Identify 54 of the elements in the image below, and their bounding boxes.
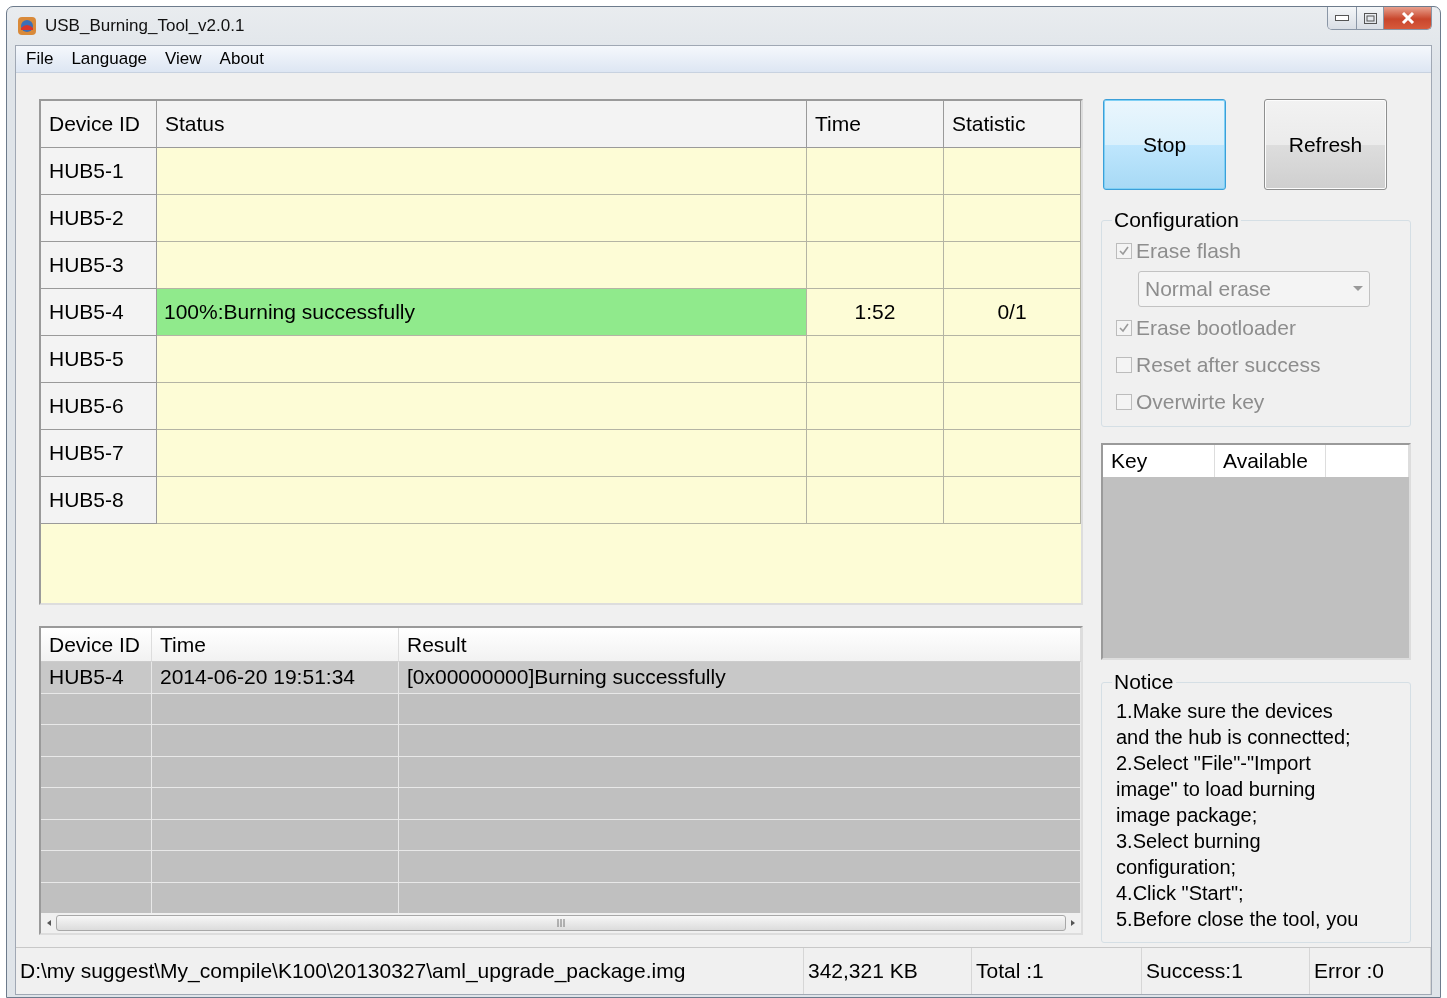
status-field: D:\my suggest\My_compile\K100\20130327\aml_upgrade_package.img xyxy=(16,948,804,994)
row-header: HUB5-8 xyxy=(41,477,157,524)
checkbox-label: Erase flash xyxy=(1136,238,1242,263)
menu-item[interactable]: File xyxy=(20,49,60,69)
table-cell: 0/1 xyxy=(944,289,1081,336)
column-header: Statistic xyxy=(944,101,1081,148)
table-cell: 1:52 xyxy=(807,289,944,336)
check-icon xyxy=(1118,321,1130,334)
row-header: HUB5-1 xyxy=(41,148,157,195)
maximize-button[interactable] xyxy=(1356,7,1383,29)
row-header: HUB5-4 xyxy=(41,289,157,336)
row-header: HUB5-6 xyxy=(41,383,157,430)
column-header: Device ID xyxy=(41,628,152,662)
row-header: HUB5-2 xyxy=(41,195,157,242)
status-field: 342,321 KB xyxy=(804,948,972,994)
notice-text: 1.Make sure the devices and the hub is connectted; 2.Select "File"-"Import image" to load burning image package; 3.Select burning configuration; 4.Click "Start"; 5.Before close the tool, you xyxy=(1116,699,1360,932)
action-button[interactable]: Refresh xyxy=(1264,99,1387,190)
minimize-button[interactable] xyxy=(1328,7,1356,29)
menu-item[interactable]: About xyxy=(213,49,271,69)
window-title: USB_Burning_Tool_v2.0.1 xyxy=(45,16,246,36)
table-cell: 2014-06-20 19:51:34 xyxy=(152,662,399,694)
column-header: Device ID xyxy=(41,101,157,148)
checkbox-label: Erase bootloader xyxy=(1136,315,1296,340)
status-cell: 100%:Burning successfully xyxy=(157,289,807,336)
grip-icon xyxy=(556,919,566,927)
group-title: Configuration xyxy=(1113,208,1240,232)
scroll-thumb[interactable] xyxy=(56,915,1066,931)
menu-item[interactable]: Language xyxy=(65,49,154,69)
column-header: Key xyxy=(1103,445,1215,477)
caret-icon xyxy=(1353,286,1363,292)
menu-item[interactable]: View xyxy=(159,49,208,69)
minimize-icon xyxy=(1335,15,1349,21)
row-header: HUB5-3 xyxy=(41,242,157,289)
check-icon xyxy=(1118,244,1130,257)
status-field: Total :1 xyxy=(972,948,1142,994)
close-icon xyxy=(1400,12,1415,24)
close-button[interactable] xyxy=(1383,7,1431,29)
column-header: Time xyxy=(807,101,944,148)
status-field: Error :0 xyxy=(1310,948,1431,994)
action-button[interactable]: Stop xyxy=(1103,99,1226,190)
checkbox-label: Reset after success xyxy=(1136,352,1321,377)
column-header: Result xyxy=(399,628,1081,662)
app-icon xyxy=(17,16,37,36)
row-header: HUB5-7 xyxy=(41,430,157,477)
status-field: Success:1 xyxy=(1142,948,1310,994)
group-title: Notice xyxy=(1113,670,1175,694)
column-header: Available xyxy=(1215,445,1326,477)
checkbox-label: Overwirte key xyxy=(1136,389,1265,414)
column-header: Time xyxy=(152,628,399,662)
column-header: Status xyxy=(157,101,807,148)
table-cell: [0x00000000]Burning successfully xyxy=(399,662,1081,694)
maximize-icon xyxy=(1363,12,1377,24)
table-cell: HUB5-4 xyxy=(41,662,152,694)
row-header: HUB5-5 xyxy=(41,336,157,383)
